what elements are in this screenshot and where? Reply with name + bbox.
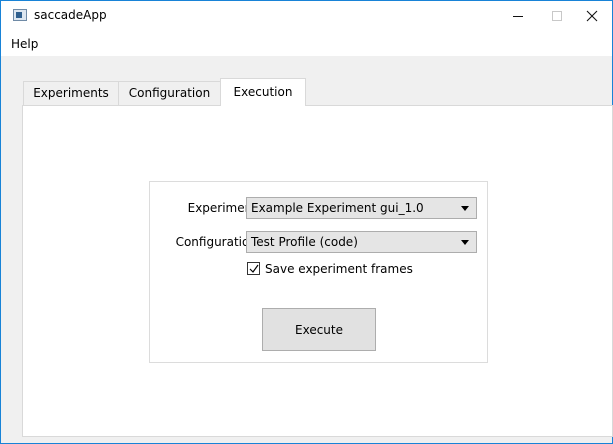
menu-bar: Help: [1, 31, 612, 56]
experiment-select[interactable]: Example Experiment gui_1.0: [246, 197, 477, 219]
close-icon: [586, 10, 598, 22]
maximize-button[interactable]: [537, 1, 577, 31]
execute-button[interactable]: Execute: [262, 308, 376, 351]
configuration-select-value: Test Profile (code): [251, 235, 358, 249]
tab-experiments[interactable]: Experiments: [23, 81, 119, 105]
dropdown-arrow-icon: [461, 240, 469, 245]
save-frames-label: Save experiment frames: [265, 262, 413, 276]
experiment-select-value: Example Experiment gui_1.0: [251, 201, 424, 215]
window-title: saccadeApp: [34, 8, 107, 22]
app-window: saccadeApp Help Experiments Configuratio…: [0, 0, 613, 444]
close-button[interactable]: [572, 1, 612, 31]
execution-group: Experiment: Example Experiment gui_1.0 C…: [149, 181, 488, 363]
execution-panel: Experiment: Example Experiment gui_1.0 C…: [22, 105, 613, 437]
menu-help[interactable]: Help: [9, 36, 40, 52]
app-icon: [13, 9, 27, 21]
tab-execution[interactable]: Execution: [220, 78, 306, 106]
title-bar[interactable]: saccadeApp: [1, 1, 612, 31]
configuration-select[interactable]: Test Profile (code): [246, 231, 477, 253]
checkmark-icon: [249, 264, 259, 273]
tab-configuration[interactable]: Configuration: [118, 81, 221, 105]
minimize-icon: [513, 15, 523, 17]
minimize-button[interactable]: [498, 1, 538, 31]
save-frames-checkbox[interactable]: [247, 262, 260, 275]
maximize-icon: [552, 11, 562, 21]
dropdown-arrow-icon: [461, 206, 469, 211]
